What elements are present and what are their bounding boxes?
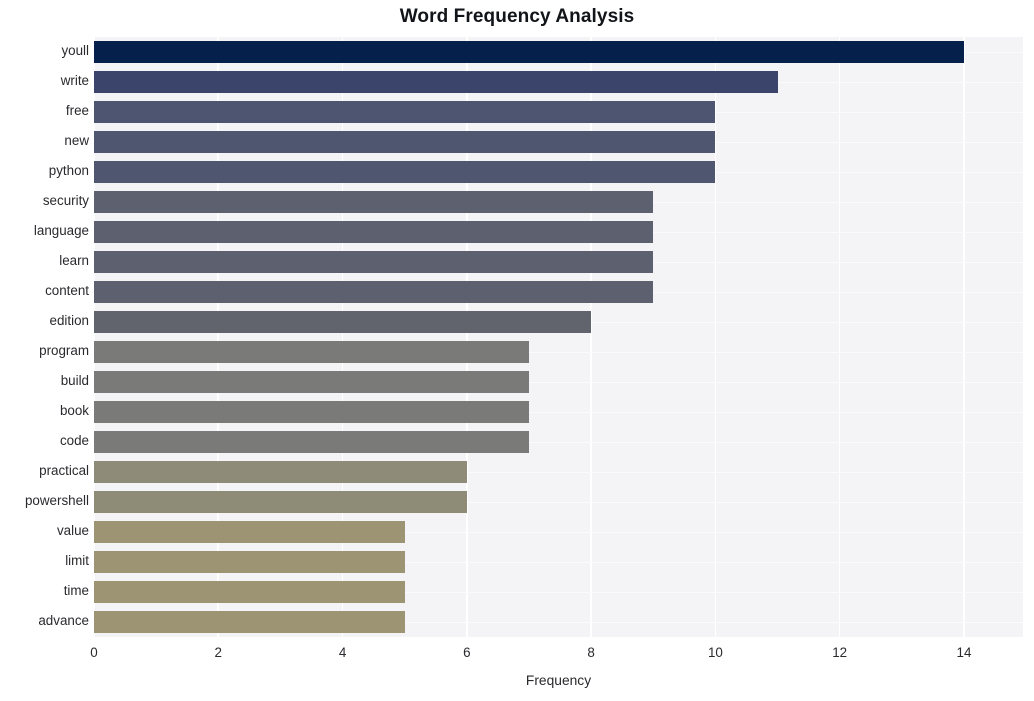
y-tick-label-youll: youll <box>61 43 89 58</box>
plot-area <box>94 37 1023 637</box>
x-tick-label-6: 6 <box>463 645 471 660</box>
y-tick-label-advance: advance <box>38 613 89 628</box>
gridline-x-6 <box>466 37 468 637</box>
bar-build <box>94 371 529 393</box>
bar-security <box>94 191 654 213</box>
bar-edition <box>94 311 592 333</box>
gridline-x-10 <box>714 37 717 637</box>
y-tick-label-time: time <box>63 583 89 598</box>
y-axis-tick-labels: youll write free new python security language l… <box>0 37 89 637</box>
bar-book <box>94 401 529 423</box>
y-tick-label-build: build <box>60 373 89 388</box>
x-tick-label-8: 8 <box>587 645 595 660</box>
y-tick-label-program: program <box>39 343 89 358</box>
y-tick-label-value: value <box>56 523 89 538</box>
x-axis-tick-labels: 0 2 4 6 8 10 12 14 <box>0 637 1034 663</box>
y-tick-label-free: free <box>65 103 89 118</box>
bar-limit <box>94 551 405 573</box>
bar-python <box>94 161 716 183</box>
bar-time <box>94 581 405 603</box>
bar-program <box>94 341 529 363</box>
x-tick-label-10: 10 <box>707 645 723 660</box>
chart-title: Word Frequency Analysis <box>399 6 635 27</box>
y-tick-label-book: book <box>59 403 89 418</box>
bar-new <box>94 131 716 153</box>
y-tick-label-python: python <box>48 163 89 178</box>
bar-learn <box>94 251 654 273</box>
gridline-x-14 <box>963 37 965 637</box>
y-tick-label-powershell: powershell <box>24 493 89 508</box>
bar-practical <box>94 461 467 483</box>
bar-powershell <box>94 491 467 513</box>
y-tick-label-limit: limit <box>65 553 89 568</box>
y-tick-label-write: write <box>60 73 89 88</box>
bar-youll <box>94 41 964 63</box>
bar-content <box>94 281 654 303</box>
x-tick-label-4: 4 <box>338 645 347 660</box>
y-tick-label-content: content <box>45 283 89 298</box>
gridline-x-4 <box>341 37 344 637</box>
y-tick-label-language: language <box>33 223 89 238</box>
gridline-x-8 <box>590 37 592 637</box>
y-tick-label-edition: edition <box>49 313 89 328</box>
y-tick-label-security: security <box>42 193 89 208</box>
x-tick-label-2: 2 <box>214 645 222 660</box>
x-tick-label-12: 12 <box>832 645 848 660</box>
bar-code <box>94 431 529 453</box>
x-tick-label-0: 0 <box>90 645 98 660</box>
y-tick-label-practical: practical <box>39 463 89 478</box>
bar-write <box>94 71 778 93</box>
gridline-x-2 <box>217 37 220 637</box>
bar-language <box>94 221 654 243</box>
chart-figure: Word Frequency Analysis youll write free ne… <box>0 0 1034 701</box>
y-tick-label-code: code <box>59 433 89 448</box>
gridline-x-0 <box>94 37 95 637</box>
bar-free <box>94 101 716 123</box>
bar-advance <box>94 611 405 633</box>
y-tick-label-learn: learn <box>59 253 89 268</box>
x-axis-title: Frequency <box>525 673 592 688</box>
x-tick-label-14: 14 <box>956 645 972 660</box>
y-tick-label-new: new <box>64 133 89 148</box>
bar-value <box>94 521 405 543</box>
gridline-x-12 <box>838 37 841 637</box>
